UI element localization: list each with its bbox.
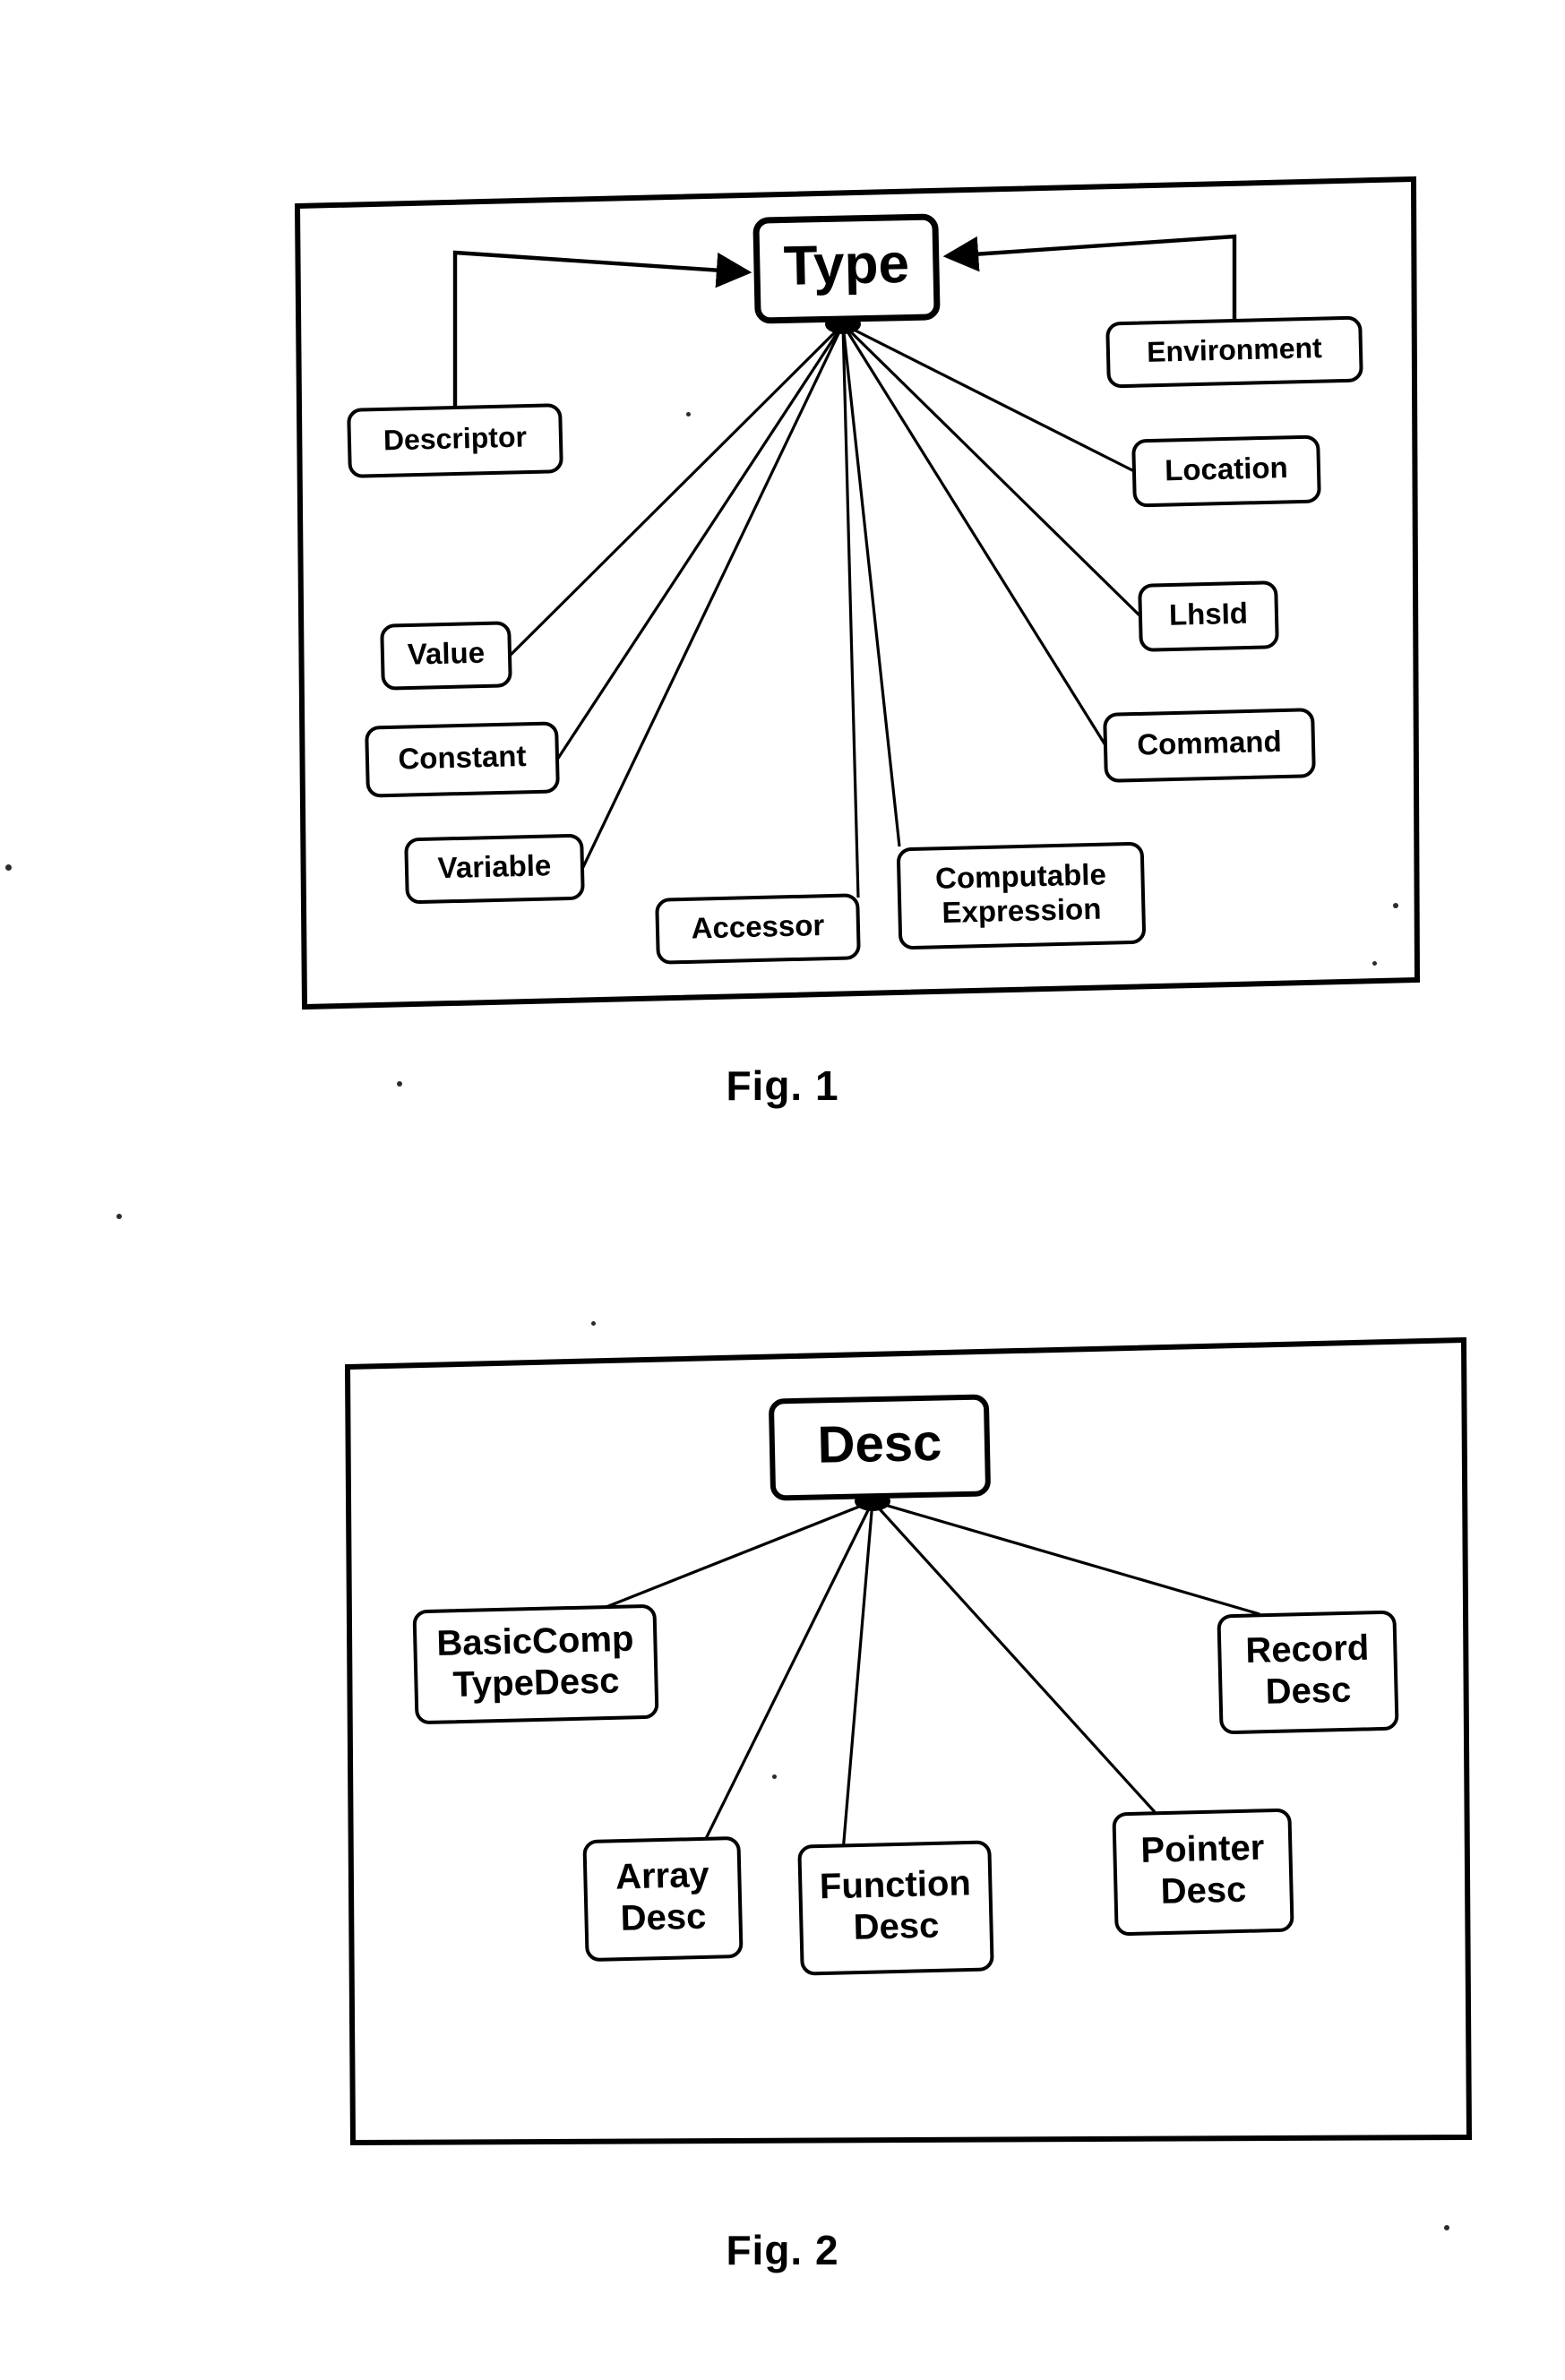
figure-2-connector: [872, 1499, 1260, 1616]
figure-1-subtype-node-label: Command: [1137, 725, 1282, 761]
figure-2-caption: Fig. 2: [726, 2227, 839, 2273]
figure-1-canvas: Type Descriptor Environment Location LhsId Co…: [294, 176, 1421, 1010]
figure-1-subtype-node[interactable]: Location: [1131, 434, 1321, 508]
figure-1-connector: [841, 322, 1142, 618]
environment-to-type-arrow: [942, 234, 1237, 321]
figure-1-subtype-node[interactable]: ComputableExpression: [897, 842, 1146, 949]
figure-1-root-node-label: Type: [783, 233, 910, 297]
figure-1-connector: [841, 323, 860, 898]
scan-speck: [591, 1321, 596, 1326]
figure-2-subtype-node-label: Function: [819, 1863, 971, 1906]
figure-1-connector: [842, 322, 1135, 473]
scan-speck: [1372, 961, 1377, 966]
figure-2-subtype-node[interactable]: ArrayDesc: [582, 1836, 744, 1962]
figure-1-incoming-node[interactable]: Descriptor: [347, 403, 563, 478]
figure-2-connector: [601, 1499, 873, 1611]
figure-2-root-node[interactable]: Desc: [769, 1394, 991, 1501]
descriptor-to-type-arrow: [452, 250, 752, 408]
figure-2-subtype-node[interactable]: BasicCompTypeDesc: [412, 1604, 659, 1724]
figure-2-subtype-node-label: BasicComp: [436, 1620, 634, 1663]
figure-1-subtype-node[interactable]: LhsId: [1138, 580, 1279, 652]
figure-2-subtype-node[interactable]: PointerDesc: [1112, 1808, 1294, 1937]
figure-2-subtype-node-label: Desc: [853, 1906, 940, 1947]
figure-1-incoming-node[interactable]: Environment: [1105, 315, 1363, 389]
figure-2-connector: [871, 1499, 1157, 1814]
figure-2-subtype-node-label: Desc: [620, 1897, 707, 1938]
figure-1-subtype-node[interactable]: Constant: [365, 721, 560, 798]
figure-2-subtype-node-label: Pointer: [1140, 1828, 1265, 1870]
figure-2-subtype-node-label: Desc: [1160, 1870, 1247, 1912]
figure-2-subtype-node-label: Array: [615, 1855, 710, 1897]
figure-2: Desc BasicComp TypeDesc Array Desc Function De…: [0, 1191, 1565, 2380]
figure-1-subtype-node-label: Value: [407, 636, 485, 671]
figure-1-subtype-node-label: LhsId: [1168, 597, 1248, 632]
figure-1-subtype-node[interactable]: Value: [380, 621, 512, 691]
figure-1-incoming-node-label: Descriptor: [383, 421, 527, 457]
scan-speck: [116, 1214, 122, 1219]
figure-2-subtype-node-label: Desc: [1265, 1671, 1352, 1712]
figure-1-subtype-node-label: Computable: [935, 857, 1107, 895]
figure-1-incoming-node-label: Environment: [1147, 331, 1323, 368]
figure-2-subtype-node-label: Record: [1245, 1628, 1370, 1671]
figure-2-subtype-node-label: TypeDesc: [452, 1661, 620, 1705]
figure-1-subtype-node-label: Location: [1165, 451, 1288, 486]
figure-2-root-node-label: Desc: [817, 1413, 942, 1474]
figure-1-connector: [580, 323, 845, 870]
figure-2-canvas: DescBasicCompTypeDescArrayDescFunctionDe…: [344, 1336, 1473, 2146]
figure-1: Type Descriptor Environment Location LhsId Co…: [0, 0, 1565, 1191]
figure-1-subtype-node-label: Accessor: [691, 908, 825, 945]
figure-1-subtype-node-label: Constant: [398, 739, 527, 775]
scan-speck: [686, 412, 691, 417]
figure-1-subtype-node[interactable]: Accessor: [655, 893, 861, 965]
figure-2-subtype-node[interactable]: RecordDesc: [1217, 1610, 1399, 1735]
patent-drawing-page: Type Descriptor Environment Location LhsId Co…: [0, 0, 1565, 2380]
figure-2-subtype-node[interactable]: FunctionDesc: [797, 1840, 994, 1976]
figure-1-subtype-node-label: Expression: [942, 892, 1102, 929]
scan-speck: [1444, 2225, 1449, 2230]
scan-speck: [397, 1081, 402, 1087]
scan-speck: [1393, 903, 1398, 908]
figure-1-subtype-node[interactable]: Command: [1103, 708, 1316, 783]
figure-1-connector: [555, 323, 845, 760]
figure-1-subtype-node[interactable]: Variable: [404, 833, 585, 905]
scan-speck: [5, 864, 12, 871]
figure-1-caption: Fig. 1: [726, 1062, 839, 1109]
scan-speck: [772, 1774, 777, 1779]
figure-1-root-node[interactable]: Type: [752, 213, 941, 324]
figure-1-subtype-node-label: Variable: [437, 848, 551, 884]
figure-1-connector: [508, 322, 845, 657]
